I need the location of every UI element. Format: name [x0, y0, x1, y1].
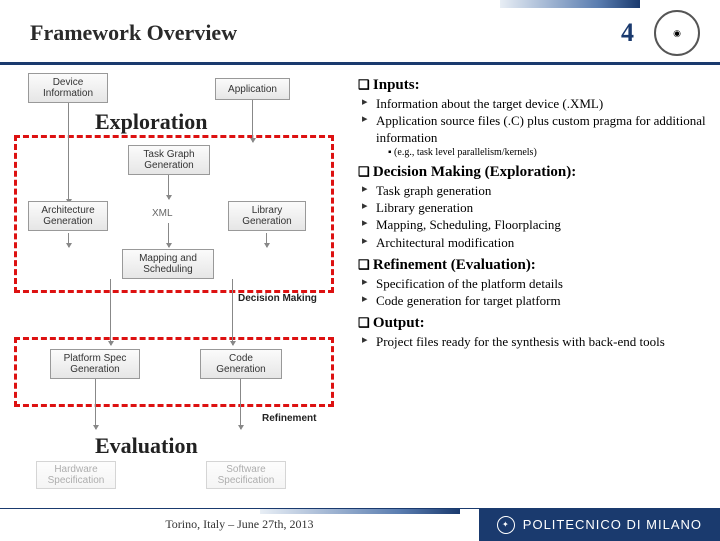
diagram-column: Device Information Application Explorati…: [10, 73, 350, 493]
university-seal-icon: ◉: [654, 10, 700, 56]
slide-header: Framework Overview 4 ◉: [0, 0, 720, 65]
output-item: Project files ready for the synthesis wi…: [376, 334, 710, 350]
decision-item: Mapping, Scheduling, Floorplacing: [376, 217, 710, 233]
arrow-icon: [266, 233, 267, 247]
page-number: 4: [621, 18, 634, 48]
refinement-item: Specification of the platform details: [376, 276, 710, 292]
footer-org-label: POLITECNICO DI MILANO: [523, 517, 702, 532]
node-lib-gen: Library Generation: [228, 201, 306, 231]
section-title: Decision Making (Exploration):: [358, 164, 710, 181]
refinement-item: Code generation for target platform: [376, 293, 710, 309]
node-task-graph: Task Graph Generation: [128, 145, 210, 175]
section-title: Refinement (Evaluation):: [358, 257, 710, 274]
label-evaluation: Evaluation: [95, 433, 198, 459]
section-title: Inputs:: [358, 77, 710, 94]
footer-org: ✦ POLITECNICO DI MILANO: [479, 509, 720, 541]
section-inputs: Inputs: Information about the target dev…: [358, 77, 710, 158]
header-gradient: [500, 0, 640, 8]
node-hw-spec: Hardware Specification: [36, 461, 116, 489]
node-platform-spec: Platform Spec Generation: [50, 349, 140, 379]
arrow-icon: [68, 233, 69, 247]
inputs-item: Information about the target device (.XM…: [376, 96, 710, 112]
arrow-icon: [68, 103, 69, 203]
node-code-gen: Code Generation: [200, 349, 282, 379]
arrow-icon: [240, 379, 241, 429]
section-title: Output:: [358, 315, 710, 332]
inputs-note: (e.g., task level parallelism/kernels): [358, 147, 710, 158]
decision-item: Library generation: [376, 200, 710, 216]
decision-item: Architectural modification: [376, 235, 710, 251]
text-column: Inputs: Information about the target dev…: [350, 73, 710, 493]
arrow-icon: [232, 279, 233, 345]
node-device-info: Device Information: [28, 73, 108, 103]
phase-decision-label: Decision Making: [238, 293, 317, 304]
arrow-icon: [110, 279, 111, 345]
section-refinement: Refinement (Evaluation): Specification o…: [358, 257, 710, 310]
phase-refine-label: Refinement: [262, 413, 316, 424]
slide-body: Device Information Application Explorati…: [0, 65, 720, 493]
label-exploration: Exploration: [95, 109, 207, 135]
node-application: Application: [215, 78, 290, 100]
footer-venue: Torino, Italy – June 27th, 2013: [0, 517, 479, 532]
arrow-icon: [95, 379, 96, 429]
framework-diagram: Device Information Application Explorati…: [10, 73, 340, 493]
node-xml: XML: [152, 208, 173, 219]
polimi-logo-icon: ✦: [497, 516, 515, 534]
section-output: Output: Project files ready for the synt…: [358, 315, 710, 350]
slide-title: Framework Overview: [30, 20, 621, 46]
node-sw-spec: Software Specification: [206, 461, 286, 489]
inputs-item: Application source files (.C) plus custo…: [376, 113, 710, 146]
arrow-icon: [168, 175, 169, 199]
slide-footer: Torino, Italy – June 27th, 2013 ✦ POLITE…: [0, 508, 720, 540]
node-mapping: Mapping and Scheduling: [122, 249, 214, 279]
arrow-icon: [252, 100, 253, 142]
section-decision: Decision Making (Exploration): Task grap…: [358, 164, 710, 251]
arrow-icon: [168, 223, 169, 247]
node-arch-gen: Architecture Generation: [28, 201, 108, 231]
decision-item: Task graph generation: [376, 183, 710, 199]
